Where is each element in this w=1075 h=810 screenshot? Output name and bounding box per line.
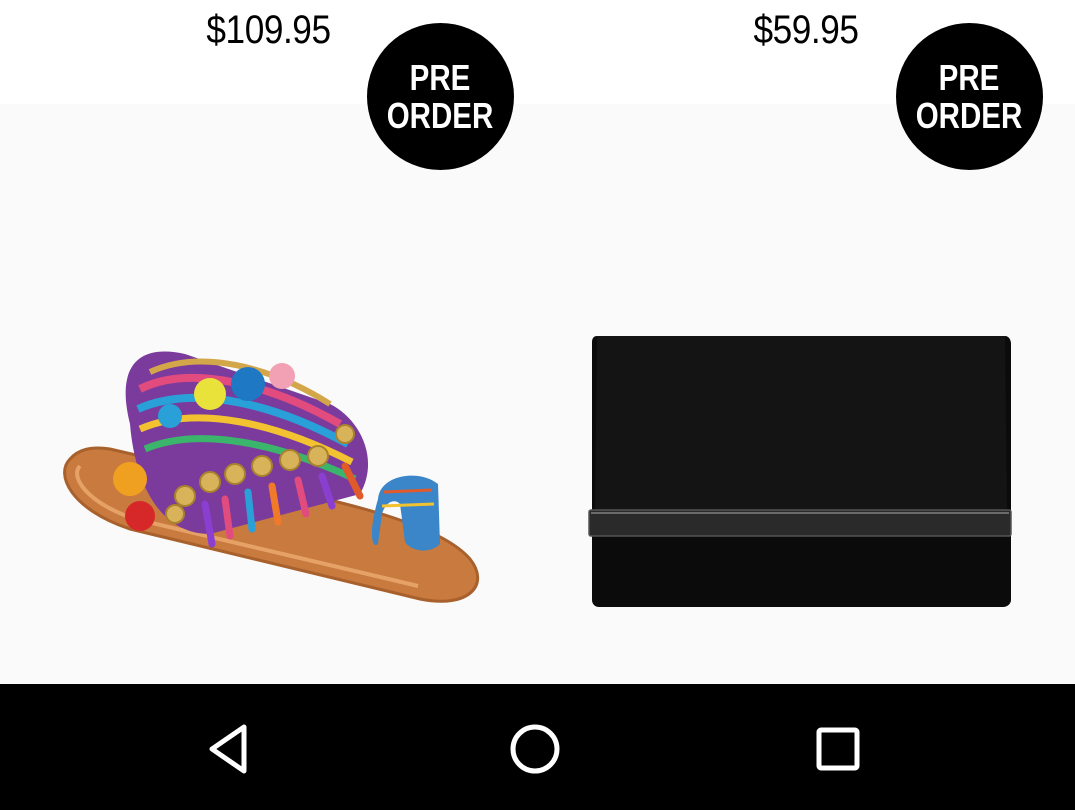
clutch-image — [588, 336, 1012, 607]
badge-line-1: PRE — [939, 56, 1000, 98]
back-icon — [209, 724, 247, 774]
product-image-area[interactable] — [0, 104, 537, 684]
pre-order-badge: PRE ORDER — [896, 23, 1043, 170]
product-grid: $109.95 PRE ORDER $59.95 PRE ORDER — [0, 0, 1075, 684]
badge-line-1: PRE — [410, 56, 471, 98]
product-grid-screen: $109.95 PRE ORDER $59.95 PRE ORDER — [0, 0, 1075, 810]
badge-line-2: ORDER — [387, 94, 494, 136]
product-card-clutch[interactable]: $59.95 PRE ORDER — [537, 0, 1075, 684]
badge-line-2: ORDER — [916, 94, 1023, 136]
home-icon — [510, 724, 560, 774]
product-image-area[interactable] — [537, 104, 1075, 684]
product-card-sandal[interactable]: $109.95 PRE ORDER — [0, 0, 537, 684]
recents-button[interactable] — [806, 717, 870, 781]
sandal-image — [63, 351, 480, 603]
system-navigation-bar — [0, 684, 1075, 810]
recents-icon — [816, 727, 860, 771]
back-button[interactable] — [200, 717, 264, 781]
pre-order-badge: PRE ORDER — [367, 23, 514, 170]
home-button[interactable] — [503, 717, 567, 781]
